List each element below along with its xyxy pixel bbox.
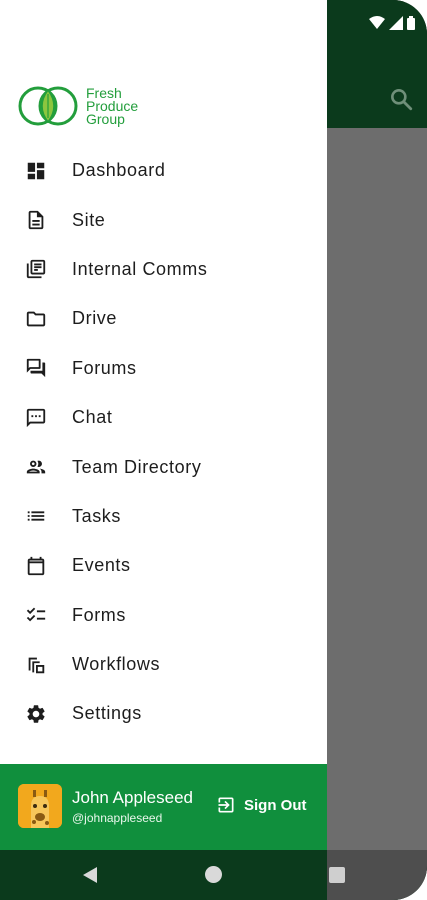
menu-item-settings[interactable]: Settings — [0, 689, 327, 738]
menu-item-forms[interactable]: Forms — [0, 591, 327, 640]
menu-item-dashboard[interactable]: Dashboard — [0, 146, 327, 195]
calendar-icon — [24, 554, 48, 578]
folder-icon — [24, 307, 48, 331]
menu-item-label: Drive — [72, 308, 118, 329]
workflow-icon — [24, 653, 48, 677]
menu-item-label: Events — [72, 555, 131, 576]
menu-item-label: Forums — [72, 357, 137, 378]
sign-out-button[interactable]: Sign Out — [216, 795, 307, 815]
brand-logo: Fresh Produce Group — [18, 84, 138, 128]
menu-item-team-directory[interactable]: Team Directory — [0, 442, 327, 491]
phone-screen: Fresh Produce Group Dashboard Site Inter… — [0, 0, 427, 900]
menu-item-label: Settings — [72, 703, 142, 724]
navigation-drawer: Fresh Produce Group Dashboard Site Inter… — [0, 0, 327, 850]
list-icon — [24, 504, 48, 528]
signal-icon — [389, 16, 403, 30]
menu-item-site[interactable]: Site — [0, 195, 327, 244]
sign-out-icon — [218, 797, 234, 813]
account-name: John Appleseed — [72, 788, 193, 807]
giraffe-avatar-icon — [18, 784, 62, 828]
menu-item-workflows[interactable]: Workflows — [0, 640, 327, 689]
menu-item-tasks[interactable]: Tasks — [0, 492, 327, 541]
brand-line-3: Group — [86, 110, 125, 127]
menu-item-drive[interactable]: Drive — [0, 294, 327, 343]
menu-item-label: Team Directory — [72, 456, 202, 477]
account-footer: John Appleseed @johnappleseed Sign Out — [0, 764, 327, 850]
account-handle: @johnappleseed — [72, 811, 163, 825]
avatar[interactable] — [18, 784, 62, 828]
forum-icon — [24, 356, 48, 380]
sign-out-label: Sign Out — [244, 796, 307, 814]
search-icon[interactable] — [388, 86, 414, 112]
checklist-icon — [24, 603, 48, 627]
battery-icon — [407, 16, 415, 30]
copy-icon — [24, 257, 48, 281]
document-icon — [24, 208, 48, 232]
chat-icon — [24, 406, 48, 430]
people-icon — [24, 455, 48, 479]
gear-icon — [24, 702, 48, 726]
dashboard-icon — [24, 159, 48, 183]
menu-item-label: Forms — [72, 604, 126, 625]
menu-item-label: Site — [72, 209, 106, 230]
brand-name: Fresh Produce Group — [86, 86, 138, 127]
menu-item-events[interactable]: Events — [0, 541, 327, 590]
menu-item-label: Internal Comms — [72, 258, 208, 279]
menu-item-label: Chat — [72, 407, 113, 428]
logo-mark-icon — [18, 86, 78, 126]
recents-icon[interactable] — [329, 867, 345, 883]
status-icons — [369, 16, 415, 30]
drawer-menu: Dashboard Site Internal Comms Drive Foru… — [0, 146, 327, 739]
menu-item-internal-comms[interactable]: Internal Comms — [0, 245, 327, 294]
menu-item-label: Tasks — [72, 505, 122, 526]
menu-item-chat[interactable]: Chat — [0, 393, 327, 442]
menu-item-label: Workflows — [72, 654, 161, 675]
back-icon[interactable] — [82, 866, 98, 884]
home-icon[interactable] — [205, 866, 222, 883]
menu-item-forums[interactable]: Forums — [0, 344, 327, 393]
wifi-icon — [369, 16, 385, 29]
menu-item-label: Dashboard — [72, 160, 166, 181]
